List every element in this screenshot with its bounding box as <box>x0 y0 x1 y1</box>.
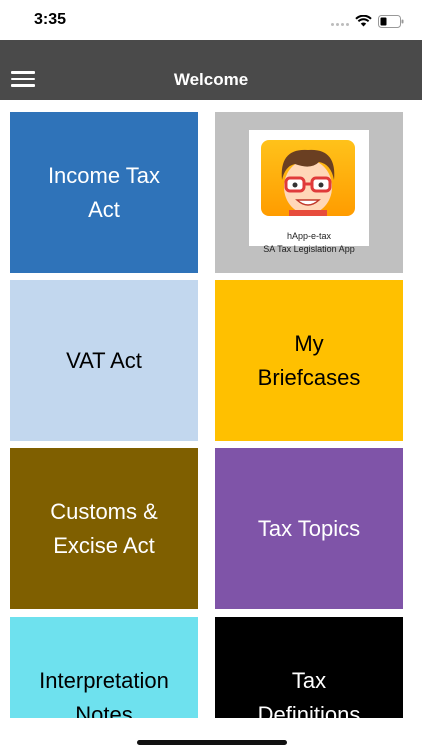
tile-my-briefcases[interactable]: My Briefcases <box>215 280 403 441</box>
tile-label: Income Tax Act <box>47 162 161 222</box>
battery-icon <box>378 14 404 28</box>
tile-customs-excise-act[interactable]: Customs & Excise Act <box>10 448 198 609</box>
tile-tax-definitions[interactable]: Tax Definitions <box>215 617 403 718</box>
home-indicator[interactable] <box>137 740 287 745</box>
nav-bar: Welcome <box>0 40 422 100</box>
logo-tagline: SA Tax Legislation App <box>263 244 355 254</box>
app-logo: hApp-e-tax SA Tax Legislation App <box>249 130 369 254</box>
status-time: 3:35 <box>34 11 67 28</box>
status-bar: 3:35 <box>0 0 422 40</box>
tile-label: VAT Act <box>66 347 142 373</box>
logo-face-icon <box>261 140 355 216</box>
tile-interpretation-notes[interactable]: Interpretation Notes <box>10 617 198 718</box>
signal-icon <box>331 16 349 26</box>
tile-label: Tax Topics <box>257 515 361 541</box>
page-title: Welcome <box>173 70 249 89</box>
wifi-icon <box>355 15 372 27</box>
tile-label: My Briefcases <box>257 330 361 390</box>
menu-grid: Income Tax Act hApp-e-tax SA Tax Legisla… <box>0 100 422 718</box>
tile-vat-act[interactable]: VAT Act <box>10 280 198 441</box>
status-icons <box>331 12 404 30</box>
tile-label: Customs & Excise Act <box>50 498 158 558</box>
tile-income-tax-act[interactable]: Income Tax Act <box>10 112 198 273</box>
tile-logo[interactable]: hApp-e-tax SA Tax Legislation App <box>215 112 403 273</box>
tile-label: Interpretation Notes <box>39 667 169 719</box>
tile-label: Tax Definitions <box>257 667 361 719</box>
tile-tax-topics[interactable]: Tax Topics <box>215 448 403 609</box>
